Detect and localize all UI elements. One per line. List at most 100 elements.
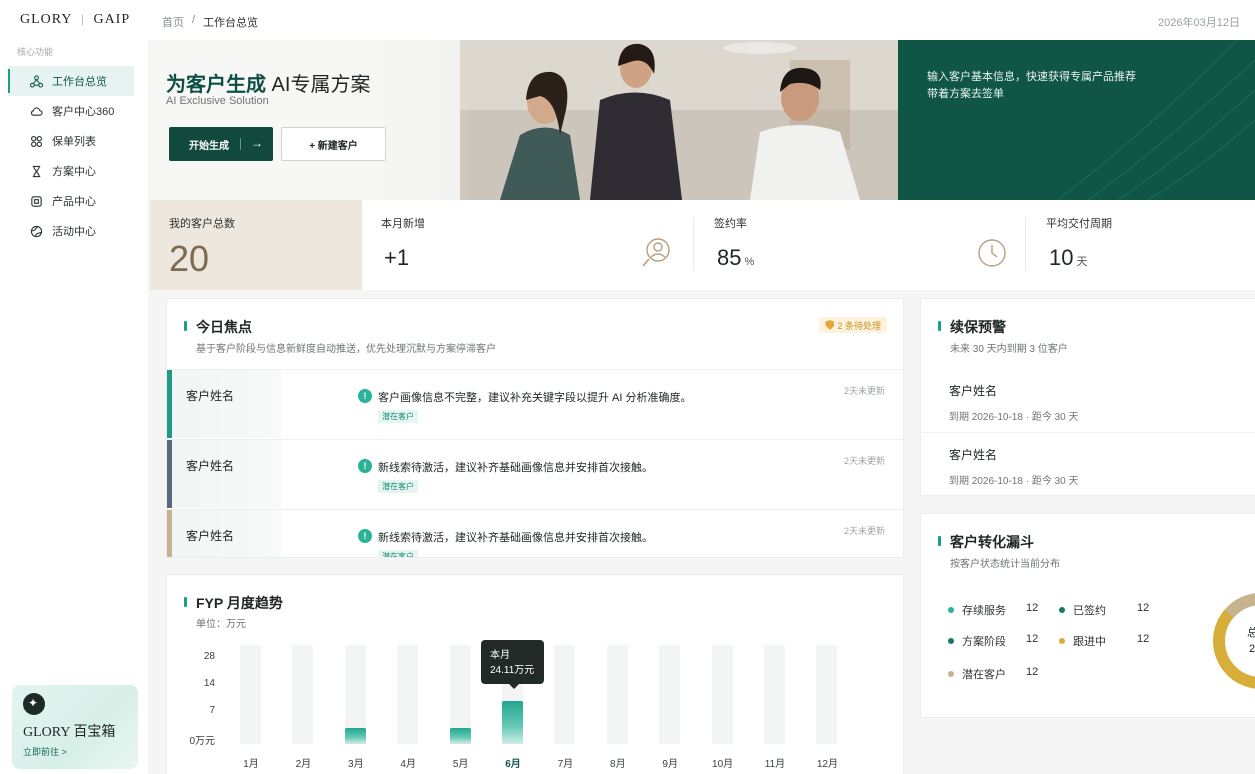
start-generate-label: 开始生成 bbox=[189, 140, 229, 152]
info-icon: ! bbox=[358, 389, 372, 403]
sidebar-item-plan-center[interactable]: 方案中心 bbox=[8, 156, 134, 186]
pending-badge[interactable]: 2 条待处理 bbox=[819, 317, 887, 333]
update-status: 2天未更新 bbox=[843, 456, 885, 466]
bar-background bbox=[397, 645, 419, 744]
toolbox-card[interactable]: GLORY 百宝箱 立即前往 > bbox=[12, 685, 138, 769]
new-customer-button[interactable]: + 新建客户 bbox=[281, 127, 386, 161]
hourglass-icon bbox=[32, 165, 41, 177]
bar-3月[interactable] bbox=[344, 728, 366, 744]
logo-divider bbox=[82, 15, 84, 25]
sidebar-item-activity-center[interactable]: 活动中心 bbox=[8, 216, 134, 246]
x-tick-label: 11月 bbox=[764, 759, 786, 770]
legend-item[interactable]: 跟进中 12 bbox=[1059, 633, 1149, 649]
arrow-right-icon: → bbox=[251, 136, 263, 150]
globe-icon bbox=[30, 225, 43, 237]
toolbox-link[interactable]: 立即前往 > bbox=[23, 745, 67, 758]
focus-row[interactable]: 客户姓名 ! 新线索待激活，建议补齐基础画像信息并安排首次接触。 潜在客户 2天… bbox=[167, 439, 903, 508]
bar-tooltip: 本月 24.11万元 bbox=[481, 640, 544, 690]
y-tick-label: 7 bbox=[209, 705, 215, 716]
customer-name-cell: 客户姓名 bbox=[167, 510, 281, 557]
today-focus-card: 今日焦点 基于客户阶段与信息新鲜度自动推送，优先处理沉默与方案停滞客户 2 条待… bbox=[166, 298, 904, 558]
x-tick-label: 10月 bbox=[712, 759, 734, 770]
customer-name[interactable]: 客户姓名 bbox=[186, 387, 234, 404]
tooltip-value: 24.11万元 bbox=[490, 665, 535, 677]
sparkle-icon bbox=[23, 693, 45, 715]
breadcrumb-home[interactable]: 首页 bbox=[162, 14, 184, 30]
bar-6月[interactable] bbox=[502, 701, 523, 744]
legend-item[interactable]: 方案阶段 12 bbox=[948, 633, 1038, 649]
expiry-detail: 到期 2026-10-18 · 距今 30 天 bbox=[949, 476, 1079, 487]
stat-label: 本月新增 bbox=[381, 218, 425, 230]
stat-value: 20 bbox=[169, 238, 210, 279]
sidebar: 核心功能 工作台总览 客户中心360 保单列表 方案中心 产品中心 活动中心 G… bbox=[0, 40, 148, 774]
x-tick-label: 8月 bbox=[610, 759, 626, 770]
hero-photo bbox=[460, 40, 898, 200]
sidebar-item-workbench[interactable]: 工作台总览 bbox=[8, 66, 134, 96]
x-tick-label: 7月 bbox=[557, 759, 574, 770]
renewal-item[interactable]: 客户姓名 到期 2026-10-18 · 距今 30 天 bbox=[949, 446, 1079, 487]
status-tag: 潜在客户 bbox=[378, 480, 418, 493]
legend-label: 已签约 bbox=[1073, 605, 1106, 617]
x-tick-label: 2月 bbox=[295, 759, 312, 770]
tooltip-title: 本月 bbox=[490, 650, 510, 662]
legend-count: 12 bbox=[1137, 602, 1150, 614]
card-title: FYP 月度趋势 bbox=[184, 593, 283, 613]
stats-bar: 我的客户总数 20 本月新增 +1 签约率 85% 平均交付周期 10 天 bbox=[150, 200, 1255, 290]
stat-value: +1 bbox=[384, 245, 410, 270]
stat-value-wrap: 85% bbox=[717, 245, 754, 271]
bar-background bbox=[659, 645, 681, 744]
stat-sign-rate[interactable]: 签约率 85% bbox=[695, 200, 1025, 290]
breadcrumb-current: 工作台总览 bbox=[203, 17, 259, 29]
customer-name[interactable]: 客户姓名 bbox=[186, 527, 234, 544]
stat-avg-delivery[interactable]: 平均交付周期 10 天 bbox=[1027, 200, 1255, 290]
top-bar: GLORY GAIP 首页 / 工作台总览 2026年03月12日 bbox=[0, 0, 1255, 40]
stat-value: 85 bbox=[717, 245, 742, 270]
stat-divider bbox=[1025, 218, 1026, 270]
card-title: 续保预警 bbox=[938, 317, 1006, 337]
sidebar-item-label: 方案中心 bbox=[52, 166, 96, 178]
brand-logo[interactable]: GLORY GAIP bbox=[20, 12, 130, 28]
y-tick-label: 28 bbox=[203, 651, 215, 662]
funnel-donut-chart[interactable]: 总 2 bbox=[1207, 586, 1255, 696]
customer-name: 客户姓名 bbox=[949, 384, 998, 398]
focus-row[interactable]: 客户姓名 ! 客户画像信息不完整，建议补充关键字段以提升 AI 分析准确度。 潜… bbox=[167, 369, 903, 438]
stat-new-this-month[interactable]: 本月新增 +1 bbox=[362, 200, 682, 290]
bar-background bbox=[711, 645, 733, 744]
stat-label: 我的客户总数 bbox=[169, 218, 235, 230]
sidebar-item-policy-list[interactable]: 保单列表 bbox=[8, 126, 134, 156]
focus-message: 客户画像信息不完整，建议补充关键字段以提升 AI 分析准确度。 bbox=[378, 392, 692, 404]
hero-decoration-lines bbox=[1057, 40, 1255, 200]
hero-description-line1: 输入客户基本信息，快速获得专属产品推荐 bbox=[927, 71, 1136, 83]
donut-center-bottom: 2 bbox=[1249, 643, 1255, 655]
stat-label: 平均交付周期 bbox=[1046, 218, 1112, 230]
bar-background bbox=[240, 645, 261, 744]
start-generate-button[interactable]: 开始生成 → bbox=[169, 127, 273, 161]
shield-icon bbox=[825, 320, 835, 330]
legend-item[interactable]: 已签约 12 bbox=[1059, 602, 1149, 618]
stat-value-wrap: 10 天 bbox=[1049, 245, 1087, 271]
logo-gaip: GAIP bbox=[93, 12, 131, 27]
x-tick-label: 12月 bbox=[816, 759, 838, 770]
legend-label: 潜在客户 bbox=[962, 669, 1006, 681]
legend-dot bbox=[948, 671, 954, 677]
stat-total-customers[interactable]: 我的客户总数 20 bbox=[150, 200, 362, 290]
y-tick-label: 0万元 bbox=[189, 736, 215, 747]
customer-name[interactable]: 客户姓名 bbox=[186, 457, 234, 474]
bar-5月[interactable] bbox=[449, 728, 471, 744]
focus-row[interactable]: 客户姓名 ! 新线索待激活，建议补齐基础画像信息并安排首次接触。 潜在客户 2天… bbox=[167, 509, 903, 557]
legend-label: 跟进中 bbox=[1073, 636, 1106, 648]
bar-background bbox=[292, 645, 314, 744]
sidebar-item-label: 保单列表 bbox=[52, 136, 96, 148]
fyp-trend-card: FYP 月度趋势 单位：万元 28 14 7 0万元 1月 2月 3月 4月 5月 本月 24.11… bbox=[166, 574, 904, 774]
sidebar-item-customer-center[interactable]: 客户中心360 bbox=[8, 96, 134, 126]
y-tick-label: 14 bbox=[203, 678, 215, 689]
renewal-item[interactable]: 客户姓名 到期 2026-10-18 · 距今 30 天 bbox=[949, 382, 1079, 423]
donut-segment-potential bbox=[1224, 593, 1255, 619]
current-date: 2026年03月12日 bbox=[1158, 17, 1240, 29]
legend-item[interactable]: 潜在客户 12 bbox=[948, 666, 1038, 682]
legend-item[interactable]: 存续服务 12 bbox=[948, 602, 1038, 618]
sidebar-item-product-center[interactable]: 产品中心 bbox=[8, 186, 134, 216]
hero-title-strong: 为客户生成 bbox=[166, 74, 266, 96]
legend-count: 12 bbox=[1026, 633, 1039, 645]
x-tick-label: 1月 bbox=[243, 759, 259, 770]
